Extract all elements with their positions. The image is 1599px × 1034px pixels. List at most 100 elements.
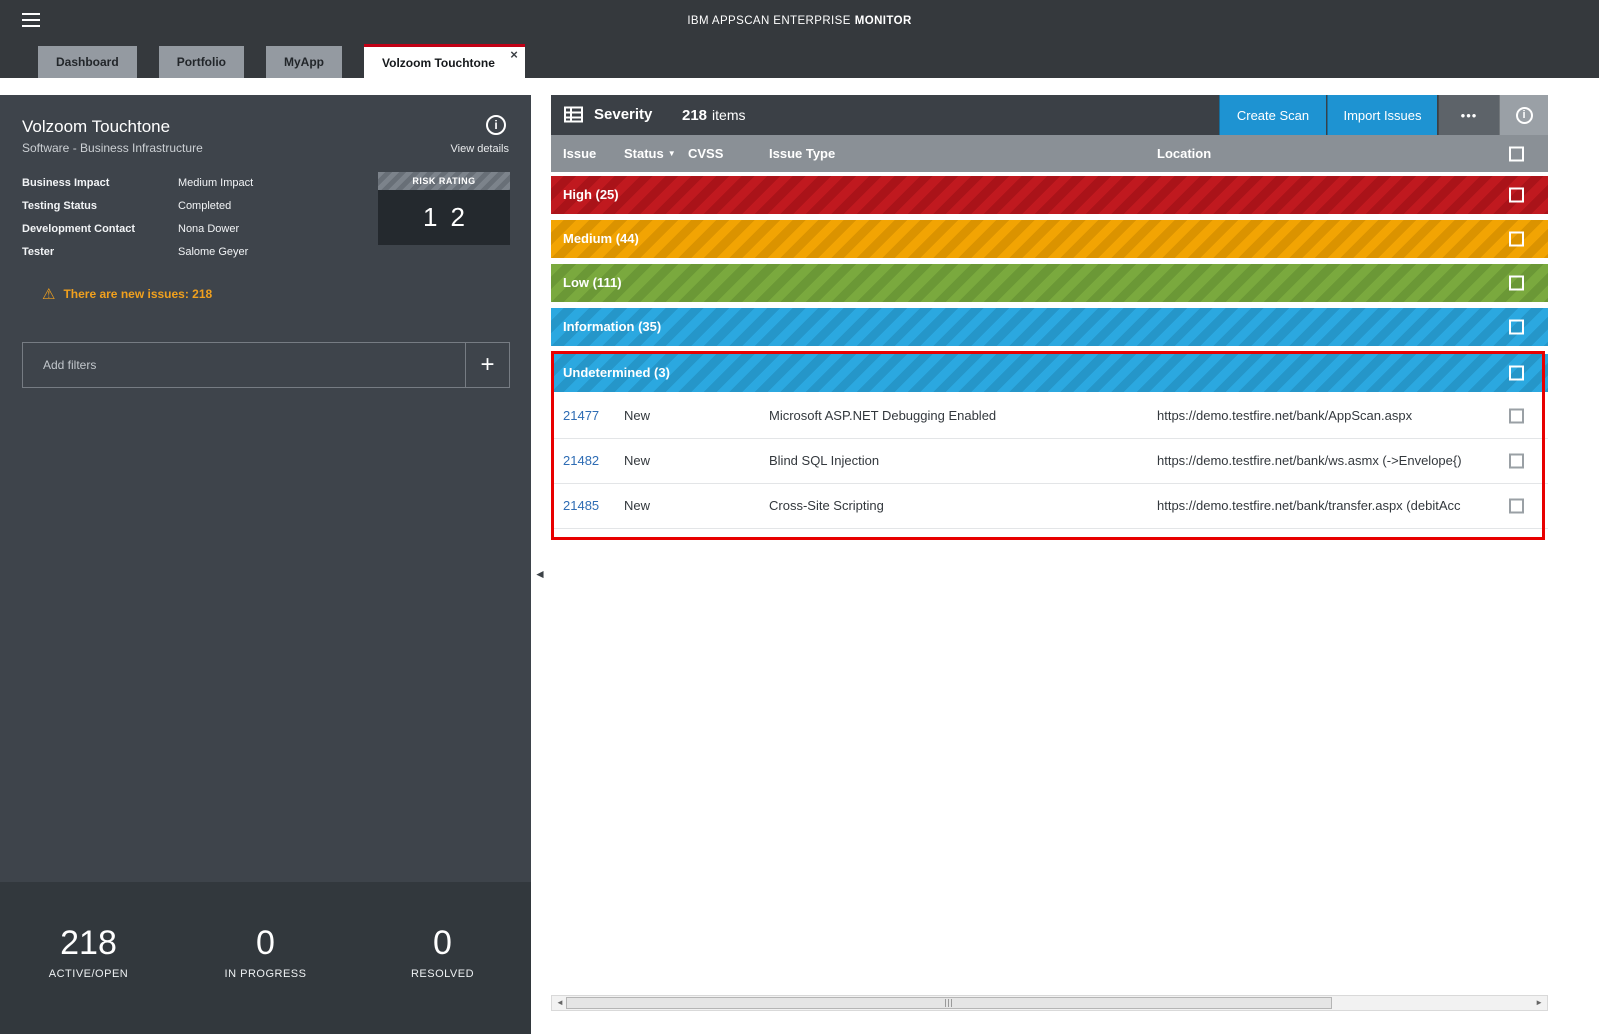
tab-bar: Dashboard Portfolio MyApp Volzoom Toucht… (0, 44, 1599, 78)
issues-panel: Severity 218items Create Scan Import Iss… (551, 95, 1548, 1014)
column-cvss[interactable]: CVSS (688, 135, 723, 172)
page-title: Volzoom Touchtone (22, 117, 170, 137)
column-status-label: Status (624, 146, 664, 161)
add-filters-input[interactable] (23, 343, 465, 387)
field-row: Development ContactNona Dower (22, 223, 362, 235)
stats-bar: 218 ACTIVE/OPEN 0 IN PROGRESS 0 RESOLVED (0, 882, 531, 1034)
info-icon: i (1516, 107, 1533, 124)
group-checkbox[interactable] (1509, 232, 1524, 247)
stat-value: 218 (0, 924, 177, 963)
issue-id-link[interactable]: 21482 (563, 439, 599, 483)
field-label: Business Impact (22, 177, 178, 189)
risk-rating-label: RISK RATING (378, 172, 510, 190)
risk-rating-box: RISK RATING 12 (378, 172, 510, 245)
items-count: 218 items (682, 95, 745, 136)
row-checkbox[interactable] (1509, 454, 1524, 469)
issue-location: https://demo.testfire.net/bank/transfer.… (1157, 484, 1505, 528)
issue-location: https://demo.testfire.net/bank/ws.asmx (… (1157, 439, 1505, 483)
tab-label: MyApp (284, 55, 324, 69)
issue-status: New (624, 439, 650, 483)
collapse-panel-icon[interactable]: ◄ (534, 568, 546, 580)
issue-row[interactable]: 21482 New Blind SQL Injection https://de… (551, 439, 1548, 484)
field-label: Development Contact (22, 223, 178, 235)
issue-type: Microsoft ASP.NET Debugging Enabled (769, 394, 996, 438)
field-label: Testing Status (22, 200, 178, 212)
severity-table-icon (564, 106, 583, 128)
import-issues-button[interactable]: Import Issues (1327, 95, 1437, 135)
tab-myapp[interactable]: MyApp (266, 46, 342, 78)
field-value: Salome Geyer (178, 246, 248, 258)
column-issue-type[interactable]: Issue Type (769, 135, 835, 172)
app-header: IBM APPSCAN ENTERPRISEMONITOR (0, 0, 1599, 44)
scrollbar-thumb[interactable] (566, 997, 1332, 1009)
stat-label: RESOLVED (354, 968, 531, 980)
row-checkbox[interactable] (1509, 409, 1524, 424)
field-value: Nona Dower (178, 223, 239, 235)
group-label: Information (35) (563, 319, 661, 334)
tab-label: Portfolio (177, 55, 226, 69)
field-row: Business ImpactMedium Impact (22, 177, 362, 189)
tab-portfolio[interactable]: Portfolio (159, 46, 244, 78)
group-checkbox[interactable] (1509, 188, 1524, 203)
select-all-checkbox[interactable] (1509, 146, 1524, 161)
issue-row[interactable]: 21477 New Microsoft ASP.NET Debugging En… (551, 394, 1548, 439)
issue-id-link[interactable]: 21477 (563, 394, 599, 438)
warning-icon: ⚠ (42, 285, 55, 303)
group-checkbox[interactable] (1509, 366, 1524, 381)
column-issue[interactable]: Issue (563, 135, 596, 172)
app-fields: Business ImpactMedium Impact Testing Sta… (22, 177, 362, 269)
scroll-left-icon[interactable]: ◄ (556, 999, 564, 1007)
issue-status: New (624, 484, 650, 528)
view-details-link[interactable]: View details (451, 143, 510, 155)
severity-group-low[interactable]: Low (111) (551, 264, 1548, 302)
severity-group-high[interactable]: High (25) (551, 176, 1548, 214)
app-title-regular: IBM APPSCAN ENTERPRISE (687, 15, 850, 27)
filter-box: + (22, 342, 510, 388)
sort-desc-icon: ▼ (668, 149, 676, 158)
tab-volzoom-touchtone[interactable]: Volzoom Touchtone × (364, 44, 525, 78)
issue-type: Blind SQL Injection (769, 439, 879, 483)
page-subtitle: Software - Business Infrastructure (22, 141, 203, 155)
new-issues-warning: ⚠ There are new issues: 218 (42, 285, 212, 303)
add-filter-button[interactable]: + (465, 343, 509, 387)
severity-group-medium[interactable]: Medium (44) (551, 220, 1548, 258)
stat-label: ACTIVE/OPEN (0, 968, 177, 980)
field-row: TesterSalome Geyer (22, 246, 362, 258)
column-location[interactable]: Location (1157, 135, 1211, 172)
items-count-suffix: items (712, 107, 745, 123)
field-value: Medium Impact (178, 177, 253, 189)
severity-group-undetermined[interactable]: Undetermined (3) (551, 354, 1548, 392)
stat-value: 0 (177, 924, 354, 963)
stat-active-open: 218 ACTIVE/OPEN (0, 882, 177, 1034)
stat-value: 0 (354, 924, 531, 963)
column-status[interactable]: Status ▼ (624, 135, 676, 172)
warning-text: There are new issues: 218 (63, 287, 212, 301)
items-count-value: 218 (682, 107, 707, 124)
close-icon[interactable]: × (510, 48, 518, 61)
horizontal-scrollbar[interactable]: ◄ ► (551, 995, 1548, 1011)
stat-resolved: 0 RESOLVED (354, 882, 531, 1034)
risk-rating-value: 12 (378, 190, 510, 245)
field-label: Tester (22, 246, 178, 258)
scrollbar-grip (945, 999, 954, 1007)
group-checkbox[interactable] (1509, 320, 1524, 335)
scroll-right-icon[interactable]: ► (1535, 999, 1543, 1007)
create-scan-button[interactable]: Create Scan (1219, 95, 1326, 135)
group-label: Low (111) (563, 275, 622, 290)
field-value: Completed (178, 200, 231, 212)
issue-id-link[interactable]: 21485 (563, 484, 599, 528)
tab-label: Dashboard (56, 55, 119, 69)
field-row: Testing StatusCompleted (22, 200, 362, 212)
panel-info-button[interactable]: i (1499, 95, 1548, 135)
issue-location: https://demo.testfire.net/bank/AppScan.a… (1157, 394, 1505, 438)
tab-dashboard[interactable]: Dashboard (38, 46, 137, 78)
row-checkbox[interactable] (1509, 499, 1524, 514)
issue-row[interactable]: 21485 New Cross-Site Scripting https://d… (551, 484, 1548, 529)
severity-group-information[interactable]: Information (35) (551, 308, 1548, 346)
stat-label: IN PROGRESS (177, 968, 354, 980)
issues-panel-header: Severity 218items Create Scan Import Iss… (551, 95, 1548, 135)
more-options-button[interactable]: ••• (1438, 95, 1499, 135)
info-icon[interactable]: i (486, 115, 506, 135)
group-checkbox[interactable] (1509, 276, 1524, 291)
group-label: High (25) (563, 187, 619, 202)
